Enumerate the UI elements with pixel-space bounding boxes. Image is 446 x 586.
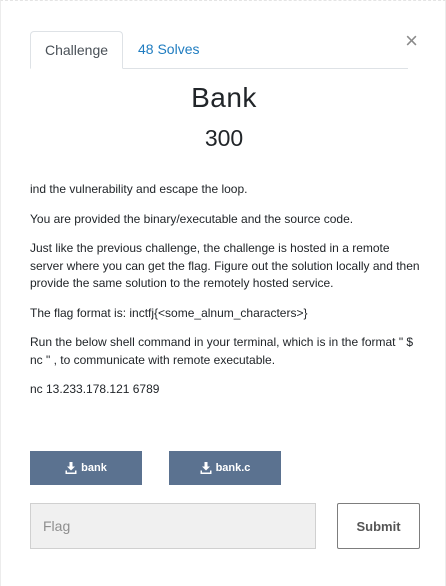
description-paragraph: Just like the previous challenge, the ch… — [30, 241, 420, 290]
description-paragraph: The flag format is: inctfj{<some_alnum_c… — [30, 305, 308, 320]
challenge-points: 300 — [204, 125, 244, 151]
description-paragraph: Run the below shell command in your term… — [30, 335, 414, 367]
description-paragraph: ind the vulnerability and escape the loo… — [30, 182, 248, 196]
download-icon — [65, 462, 77, 474]
description-paragraph: You are provided the binary/executable a… — [30, 211, 354, 226]
tab-solves[interactable]: 48 Solves — [138, 31, 199, 68]
description-paragraph: nc 13.233.178.121 6789 — [30, 382, 160, 396]
download-icon — [200, 462, 212, 474]
file-label: bank.c — [215, 462, 251, 474]
file-label: bank — [81, 462, 107, 474]
challenge-title: Bank — [191, 82, 257, 113]
challenge-tabs: Challenge 48 Solves — [30, 31, 408, 69]
challenge-modal: × Challenge 48 Solves Bank 300 ind the v… — [0, 0, 446, 586]
tab-challenge[interactable]: Challenge — [30, 31, 123, 69]
challenge-description: ind the vulnerability and escape the loo… — [30, 181, 422, 411]
submit-button[interactable]: Submit — [337, 503, 420, 549]
flag-input[interactable] — [30, 503, 316, 549]
download-bank-c-button[interactable]: bank.c — [169, 451, 281, 485]
download-bank-button[interactable]: bank — [30, 451, 142, 485]
